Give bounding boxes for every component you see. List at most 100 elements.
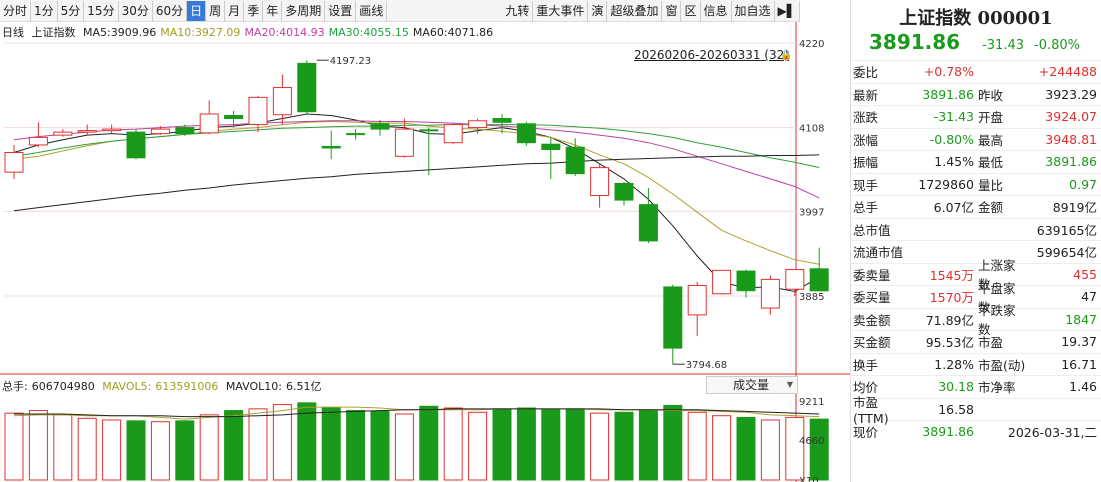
candle-body-0 — [4, 152, 24, 173]
volume-bar-15 — [370, 410, 390, 481]
volume-bar-23 — [565, 408, 585, 481]
quote-label: 买金额 — [853, 335, 891, 351]
volume-legend: 总手: 606704980 MAVOL5: 613591006 MAVOL10: 6.… — [2, 378, 326, 394]
quote-value: 16.71 — [1061, 356, 1097, 372]
toolbar-left-11[interactable]: 多周期 — [282, 1, 324, 21]
candle-body-32 — [785, 269, 805, 290]
toolbar-right-2[interactable]: 演 — [588, 1, 606, 21]
quote-label: 涨跌 — [853, 110, 879, 126]
toolbar-left-13[interactable]: 画线 — [356, 1, 386, 21]
price-tick-2: 3997 — [799, 207, 824, 218]
quote-panel: 上证指数 000001 3891.86 -31.43 -0.80% 委比 +0.7… — [850, 0, 1101, 482]
volume-tick-0: 9211 — [799, 397, 824, 408]
toolbar-left-3[interactable]: 15分 — [84, 1, 117, 21]
candle-body-15 — [370, 123, 390, 130]
toolbar-left-4[interactable]: 30分 — [119, 1, 152, 21]
current-price: 3891.86 — [869, 30, 961, 54]
footer-label: 现价 — [853, 425, 879, 441]
quote-value: 71.89亿 — [925, 312, 974, 328]
quote-label: 委买量 — [853, 290, 891, 306]
volume-bar-27 — [663, 404, 683, 481]
toolbar-right-3[interactable]: 超级叠加 — [607, 1, 661, 21]
volume-bar-24 — [590, 412, 610, 481]
volume-tick-2: X10 — [799, 476, 819, 482]
toolbar-left-12[interactable]: 设置 — [325, 1, 355, 21]
toolbar-right-7[interactable]: 加自选 — [732, 1, 774, 21]
volume-bar-33 — [809, 418, 829, 481]
toolbar-right-6[interactable]: 信息 — [701, 1, 731, 21]
footer-date: 2026-03-31,二 — [1007, 425, 1097, 441]
toolbar-left-5[interactable]: 60分 — [153, 1, 186, 21]
candle-body-24 — [590, 167, 610, 197]
volume-bar-26 — [638, 410, 658, 481]
quote-label: 最低 — [978, 155, 1004, 171]
toolbar-left-8[interactable]: 月 — [225, 1, 243, 21]
quote-label: 市盈(动) — [978, 357, 1026, 373]
toolbar-left-6[interactable]: 日 — [187, 0, 206, 21]
toolbar-left-1[interactable]: 1分 — [31, 1, 57, 21]
quote-label: 卖金额 — [853, 312, 891, 328]
volume-bar-22 — [541, 409, 561, 481]
volume-indicator-select[interactable]: 成交量 ▼ — [706, 376, 798, 394]
quote-row-4: 振幅 1.45% 最低 3891.86 — [851, 150, 1101, 173]
volume-bar-8 — [199, 414, 219, 481]
candle-body-29 — [712, 269, 732, 295]
toolbar-left-9[interactable]: 季 — [244, 1, 262, 21]
quote-value: 8919亿 — [1052, 200, 1097, 216]
high-annotation: 4197.23 — [330, 56, 371, 67]
quote-label: 市盈 — [978, 335, 1004, 351]
line-ma60 — [13, 154, 820, 212]
quote-value: 3891.86 — [922, 86, 974, 102]
quote-value: 16.58 — [938, 401, 974, 417]
toolbar-right-1[interactable]: 重大事件 — [533, 1, 587, 21]
price-row: 3891.86 -31.43 -0.80% — [851, 30, 1101, 60]
toolbar-left-10[interactable]: 年 — [263, 1, 281, 21]
toolbar-left-0[interactable]: 分时 — [0, 1, 30, 21]
quote-value: 3948.81 — [1045, 131, 1097, 147]
candle-body-26 — [638, 204, 658, 242]
candle-body-33 — [809, 268, 829, 292]
candle-body-21 — [516, 123, 536, 144]
quote-label: 流通市值 — [853, 245, 904, 261]
candle-body-17 — [419, 129, 439, 132]
quote-row-2: 涨跌 -31.43 开盘 3924.07 — [851, 105, 1101, 128]
volume-bar-9 — [224, 410, 244, 481]
candle-body-28 — [687, 284, 707, 316]
candle-body-31 — [760, 278, 780, 309]
candle-body-14 — [346, 133, 366, 136]
volume-bar-19 — [468, 411, 488, 481]
quote-value: 639165亿 — [1036, 222, 1097, 238]
toolbar-right-5[interactable]: 区 — [681, 1, 699, 21]
candle-body-18 — [443, 124, 463, 144]
quote-label: 总市值 — [853, 222, 891, 238]
quote-value: 6.07亿 — [933, 200, 974, 216]
toolbar-right-0[interactable]: 九转 — [502, 1, 532, 21]
toolbar-left-7[interactable]: 周 — [206, 1, 224, 21]
volume-bar-7 — [175, 420, 195, 481]
quote-label: 总手 — [853, 200, 879, 216]
quote-value: 1847 — [1065, 311, 1097, 327]
quote-label: 委比 — [853, 65, 879, 81]
vol-total-value: 606704980 — [31, 380, 95, 393]
candle-body-5 — [126, 131, 146, 159]
volume-bar-3 — [77, 417, 97, 481]
stock-title: 上证指数 000001 — [899, 8, 1053, 29]
quote-label: 量比 — [978, 177, 1004, 193]
quote-label: 委卖量 — [853, 267, 891, 283]
volume-bar-29 — [712, 415, 732, 481]
chevron-down-icon: ▼ — [786, 380, 793, 389]
toolbar-left-2[interactable]: 5分 — [58, 1, 84, 21]
quote-label: 最高 — [978, 132, 1004, 148]
quote-label: 开盘 — [978, 110, 1004, 126]
quote-row-3: 涨幅 -0.80% 最高 3948.81 — [851, 127, 1101, 151]
candle-body-27 — [663, 286, 683, 349]
quote-value: -0.80% — [929, 131, 974, 147]
quote-row-0: 委比 +0.78% +244488 — [851, 60, 1101, 83]
candle-body-25 — [614, 182, 634, 201]
quote-label: 振幅 — [853, 155, 879, 171]
order-row-4: 换手 1.28% 市盈(动) 16.71 — [851, 352, 1101, 376]
volume-bar-10 — [248, 408, 268, 481]
candle-body-10 — [248, 96, 268, 126]
toolbar-right-4[interactable]: 窗 — [662, 1, 680, 21]
toolbar-right-8[interactable]: ▶▌ — [775, 1, 799, 21]
